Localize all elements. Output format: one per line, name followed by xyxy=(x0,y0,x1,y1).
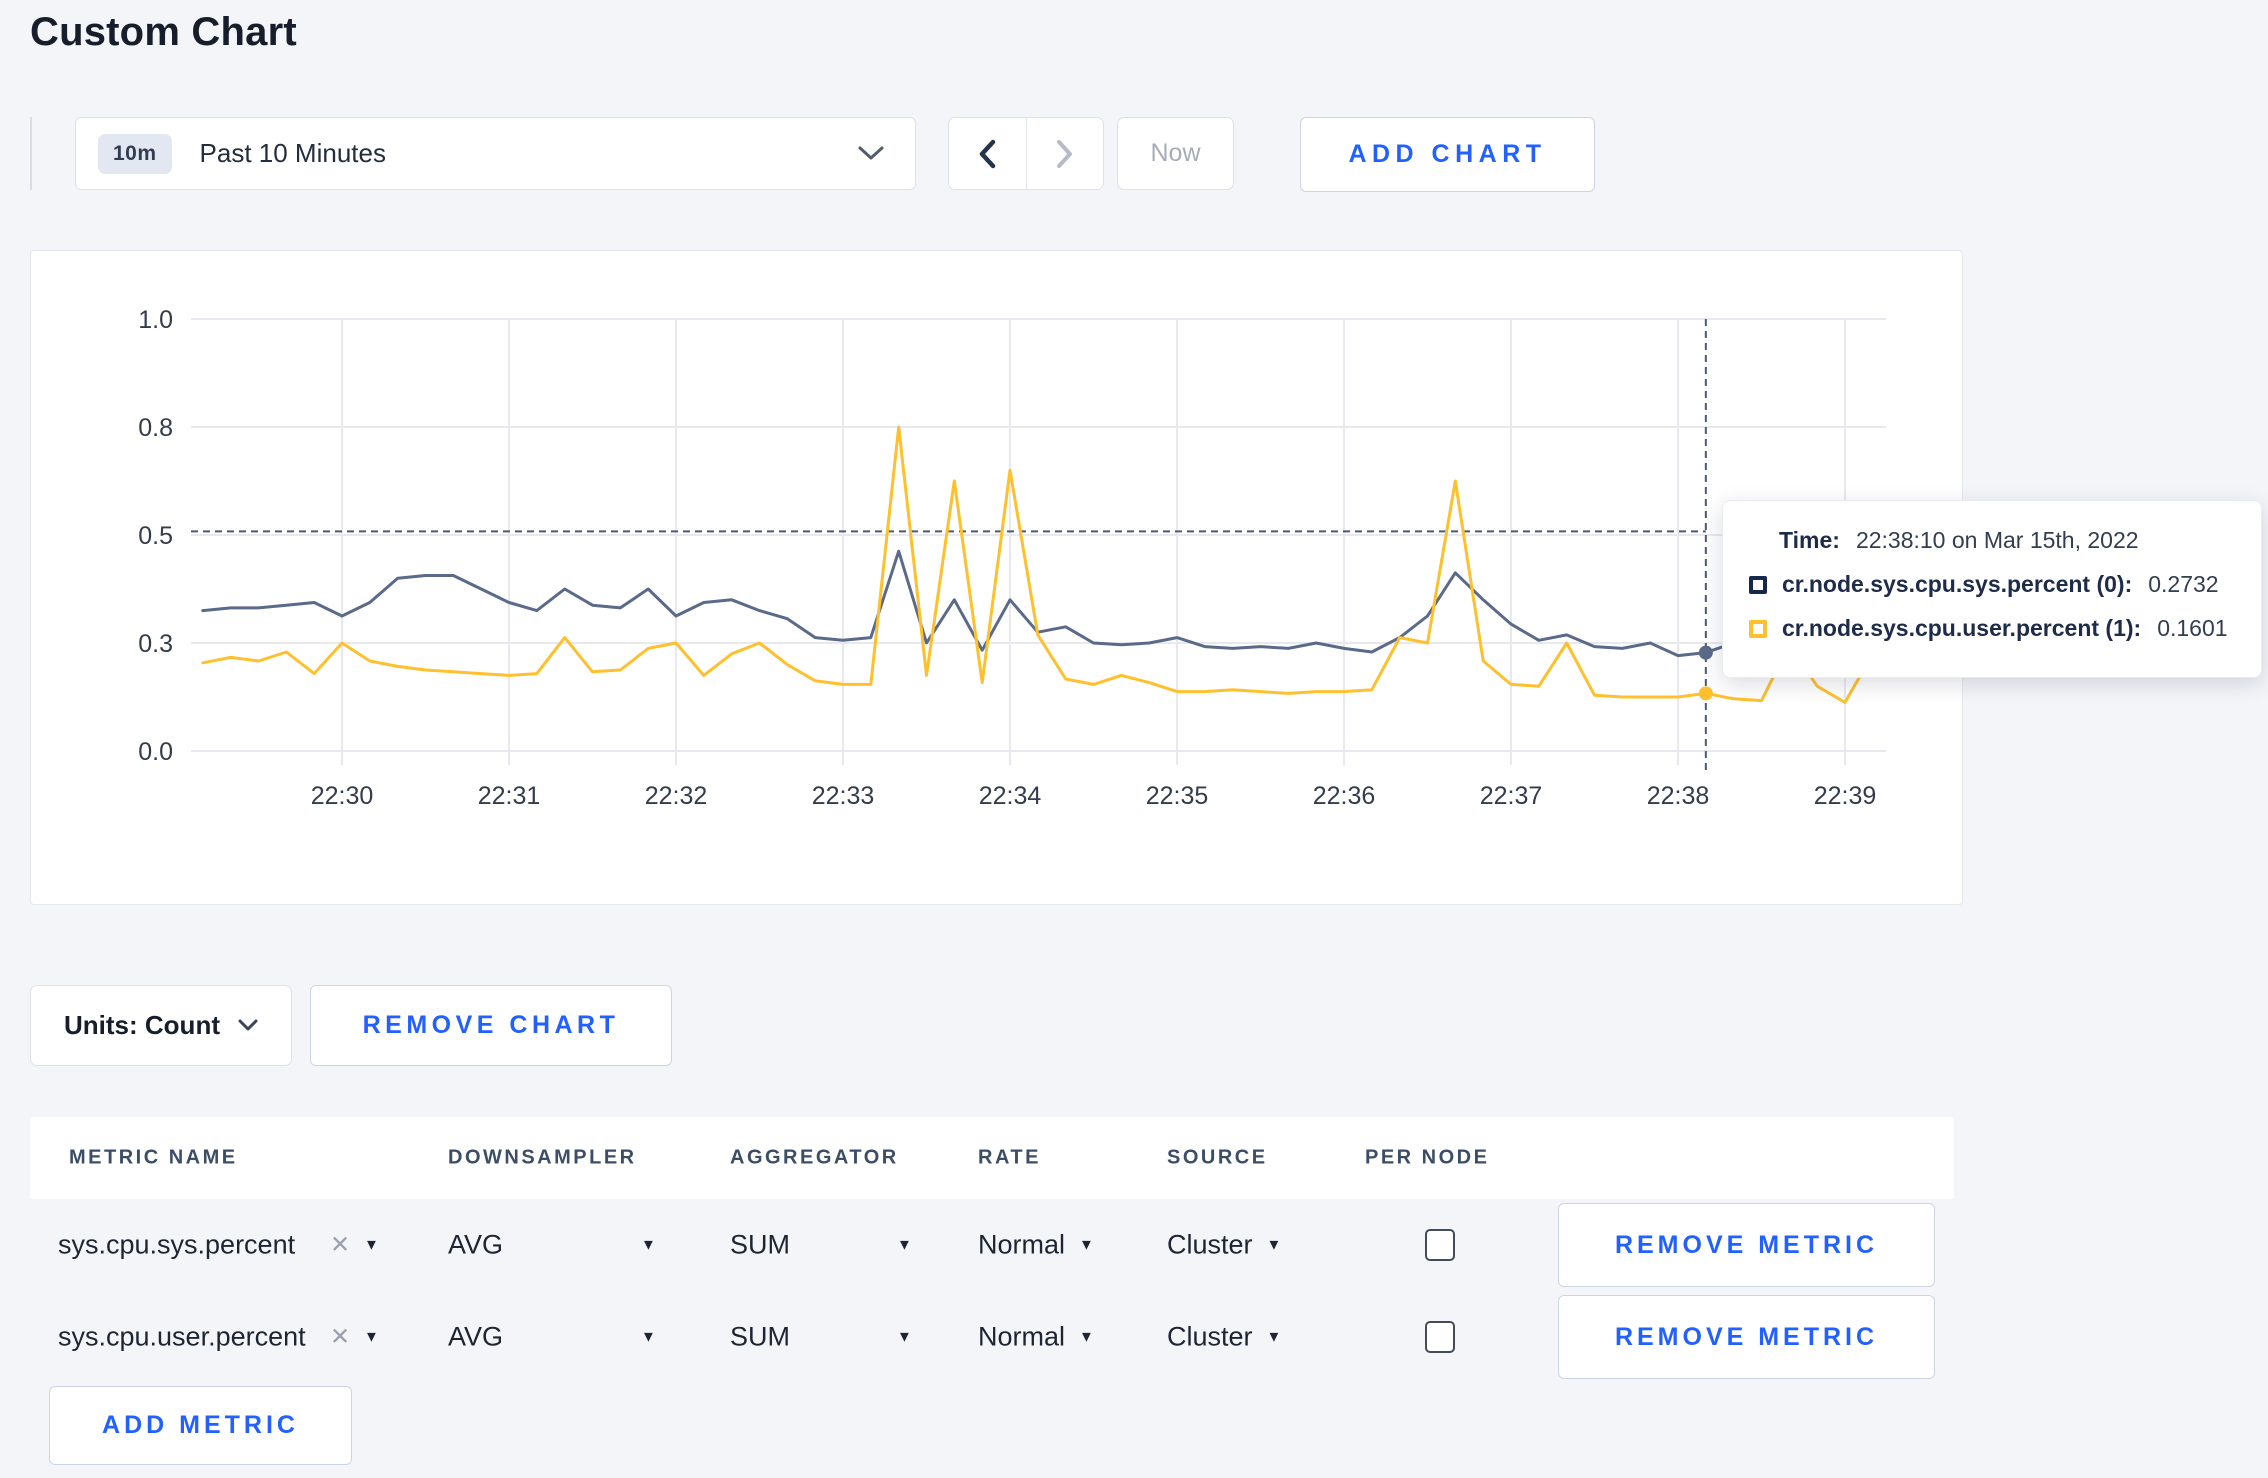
svg-text:22:34: 22:34 xyxy=(979,782,1042,810)
svg-text:22:38: 22:38 xyxy=(1647,782,1710,810)
svg-text:22:36: 22:36 xyxy=(1313,782,1376,810)
svg-text:22:39: 22:39 xyxy=(1814,782,1877,810)
tooltip-time-value: 22:38:10 on Mar 15th, 2022 xyxy=(1855,527,2139,553)
time-window-badge: 10m xyxy=(98,133,172,174)
svg-text:22:33: 22:33 xyxy=(812,782,875,810)
chart-canvas[interactable]: 0.0 0.3 0.5 0.8 1.0 22:30 22:31 22:32 22:33 22:34… xyxy=(31,251,1962,904)
rate-value: Normal xyxy=(978,1321,1066,1352)
svg-text:0.0: 0.0 xyxy=(138,738,173,766)
per-node-checkbox[interactable] xyxy=(1425,1321,1455,1353)
svg-text:0.5: 0.5 xyxy=(138,522,173,550)
time-range-dropdown[interactable]: 10m Past 10 Minutes xyxy=(75,117,916,190)
tooltip-time-label: Time: xyxy=(1779,527,1840,553)
source-value: Cluster xyxy=(1167,1229,1253,1260)
per-node-checkbox[interactable] xyxy=(1425,1229,1455,1261)
caret-down-icon: ▼ xyxy=(1266,1328,1282,1346)
tooltip-series-user-value: 0.1601 xyxy=(2157,615,2228,641)
header-source: SOURCE xyxy=(1167,1146,1268,1169)
svg-text:22:35: 22:35 xyxy=(1146,782,1209,810)
header-per-node: PER NODE xyxy=(1365,1146,1490,1169)
units-label: Units: Count xyxy=(64,1010,220,1040)
caret-down-icon[interactable]: ▼ xyxy=(364,1237,379,1254)
chevron-right-icon xyxy=(1056,139,1072,168)
header-downsampler: DOWNSAMPLER xyxy=(448,1146,637,1169)
downsampler-select[interactable]: AVG xyxy=(448,1230,503,1261)
table-row: sys.cpu.sys.percent ✕ ▼ AVG ▼ SUM ▼ Norm… xyxy=(0,1199,2268,1291)
svg-text:22:30: 22:30 xyxy=(311,782,374,810)
header-metric-name: METRIC NAME xyxy=(69,1146,238,1169)
chart-tooltip: Time: 22:38:10 on Mar 15th, 2022 cr.node… xyxy=(1722,500,2262,678)
svg-text:22:37: 22:37 xyxy=(1480,782,1543,810)
remove-metric-button[interactable]: REMOVE METRIC xyxy=(1558,1295,1935,1379)
chevron-down-icon xyxy=(858,146,884,160)
aggregator-select[interactable]: SUM xyxy=(730,1230,790,1261)
source-select[interactable]: Cluster ▼ xyxy=(1167,1322,1281,1353)
svg-text:1.0: 1.0 xyxy=(138,306,173,334)
source-value: Cluster xyxy=(1167,1321,1253,1352)
remove-metric-button[interactable]: REMOVE METRIC xyxy=(1558,1203,1935,1287)
now-button[interactable]: Now xyxy=(1117,117,1234,190)
caret-down-icon[interactable]: ▼ xyxy=(641,1237,656,1254)
time-prev-button[interactable] xyxy=(949,118,1026,189)
header-rate: RATE xyxy=(978,1146,1041,1169)
time-nav-group xyxy=(948,117,1104,190)
chevron-down-icon xyxy=(238,1019,258,1031)
tooltip-series-sys-label: cr.node.sys.cpu.sys.percent (0): xyxy=(1782,571,2133,597)
units-dropdown[interactable]: Units: Count xyxy=(30,985,292,1066)
add-metric-button[interactable]: ADD METRIC xyxy=(49,1386,352,1465)
tooltip-series-sys-value: 0.2732 xyxy=(2148,571,2219,597)
caret-down-icon: ▼ xyxy=(1079,1236,1094,1254)
close-icon[interactable]: ✕ xyxy=(330,1231,350,1260)
chart-card: 0.0 0.3 0.5 0.8 1.0 22:30 22:31 22:32 22:33 22:34… xyxy=(30,250,1963,905)
table-row: sys.cpu.user.percent ✕ ▼ AVG ▼ SUM ▼ Nor… xyxy=(0,1291,2268,1383)
rate-value: Normal xyxy=(978,1229,1066,1260)
legend-swatch-sys-icon xyxy=(1749,575,1767,594)
metric-name-value[interactable]: sys.cpu.user.percent xyxy=(58,1322,306,1353)
caret-down-icon[interactable]: ▼ xyxy=(641,1329,656,1346)
remove-chart-button[interactable]: REMOVE CHART xyxy=(310,985,672,1066)
caret-down-icon[interactable]: ▼ xyxy=(897,1329,912,1346)
time-next-button[interactable] xyxy=(1025,118,1103,189)
tooltip-series-user-label: cr.node.sys.cpu.user.percent (1): xyxy=(1782,615,2142,641)
chevron-left-icon xyxy=(980,139,996,168)
rate-select[interactable]: Normal ▼ xyxy=(978,1230,1094,1261)
metric-name-value[interactable]: sys.cpu.sys.percent xyxy=(58,1230,295,1261)
caret-down-icon: ▼ xyxy=(1266,1236,1282,1254)
downsampler-select[interactable]: AVG xyxy=(448,1322,503,1353)
close-icon[interactable]: ✕ xyxy=(330,1323,350,1352)
add-chart-button[interactable]: ADD CHART xyxy=(1300,117,1595,192)
svg-text:0.3: 0.3 xyxy=(138,630,173,658)
time-range-label: Past 10 Minutes xyxy=(199,138,386,168)
caret-down-icon[interactable]: ▼ xyxy=(364,1329,379,1346)
aggregator-select[interactable]: SUM xyxy=(730,1322,790,1353)
source-select[interactable]: Cluster ▼ xyxy=(1167,1230,1281,1261)
caret-down-icon: ▼ xyxy=(1079,1328,1094,1346)
rate-select[interactable]: Normal ▼ xyxy=(978,1322,1094,1353)
page-title: Custom Chart xyxy=(30,10,297,54)
legend-swatch-user-icon xyxy=(1749,619,1767,638)
metrics-table-header: METRIC NAME DOWNSAMPLER AGGREGATOR RATE … xyxy=(30,1117,1954,1199)
svg-text:0.8: 0.8 xyxy=(138,414,173,442)
caret-down-icon[interactable]: ▼ xyxy=(897,1237,912,1254)
header-aggregator: AGGREGATOR xyxy=(730,1146,899,1169)
toolbar-divider xyxy=(30,117,32,190)
svg-text:22:32: 22:32 xyxy=(645,782,708,810)
svg-text:22:31: 22:31 xyxy=(478,782,541,810)
